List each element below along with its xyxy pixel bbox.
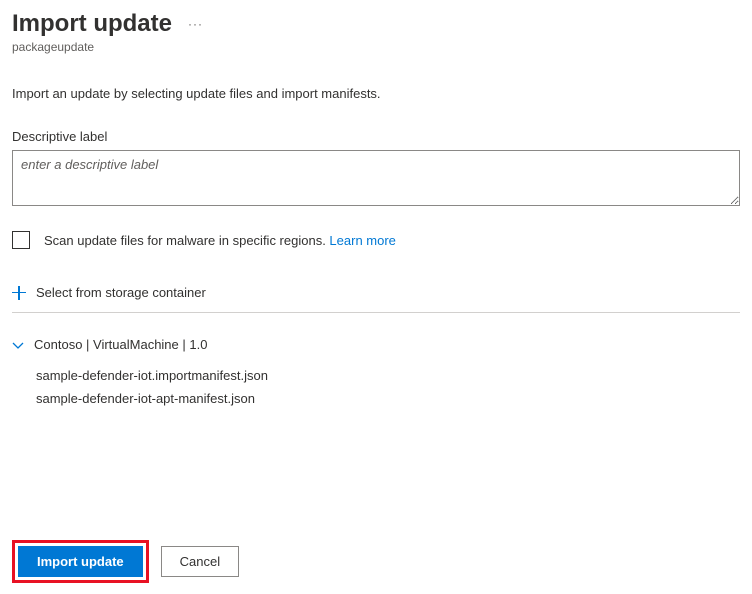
scan-malware-checkbox[interactable] (12, 231, 30, 249)
scan-malware-label: Scan update files for malware in specifi… (44, 233, 396, 248)
highlight-annotation: Import update (12, 540, 149, 583)
select-from-storage-button[interactable]: Select from storage container (12, 277, 740, 312)
divider (12, 312, 740, 313)
more-actions-icon[interactable]: ··· (184, 13, 207, 35)
page-title: Import update (12, 10, 172, 38)
cancel-button[interactable]: Cancel (161, 546, 239, 577)
descriptive-label: Descriptive label (12, 129, 740, 144)
resource-subtitle: packageupdate (12, 40, 740, 54)
file-item: sample-defender-iot.importmanifest.json (12, 364, 740, 387)
group-title: Contoso | VirtualMachine | 1.0 (34, 337, 207, 352)
descriptive-input[interactable] (12, 150, 740, 206)
plus-icon (12, 286, 26, 300)
select-storage-label: Select from storage container (36, 285, 206, 300)
file-item: sample-defender-iot-apt-manifest.json (12, 387, 740, 410)
chevron-down-icon (12, 339, 24, 351)
learn-more-link[interactable]: Learn more (329, 233, 395, 248)
intro-text: Import an update by selecting update fil… (12, 86, 740, 101)
import-update-button[interactable]: Import update (18, 546, 143, 577)
update-group-header[interactable]: Contoso | VirtualMachine | 1.0 (12, 333, 740, 356)
